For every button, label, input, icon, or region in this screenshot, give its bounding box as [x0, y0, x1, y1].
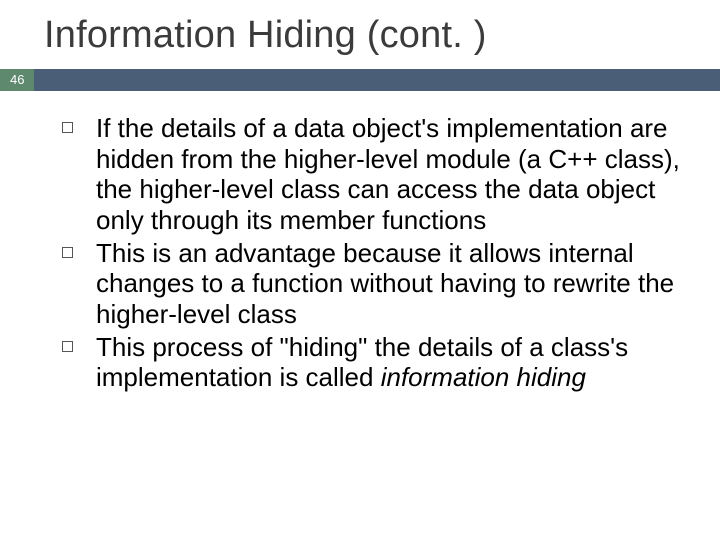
list-item: This is an advantage because it allows i…	[62, 238, 684, 330]
slide-body: If the details of a data object's implem…	[0, 91, 720, 393]
list-item: This process of "hiding" the details of …	[62, 332, 684, 393]
list-item: If the details of a data object's implem…	[62, 113, 684, 236]
slide-title: Information Hiding (cont. )	[0, 0, 720, 69]
slide: Information Hiding (cont. ) 46 If the de…	[0, 0, 720, 540]
badge-row: 46	[0, 69, 720, 91]
bullet-list: If the details of a data object's implem…	[62, 113, 684, 393]
page-number-badge: 46	[0, 69, 34, 91]
